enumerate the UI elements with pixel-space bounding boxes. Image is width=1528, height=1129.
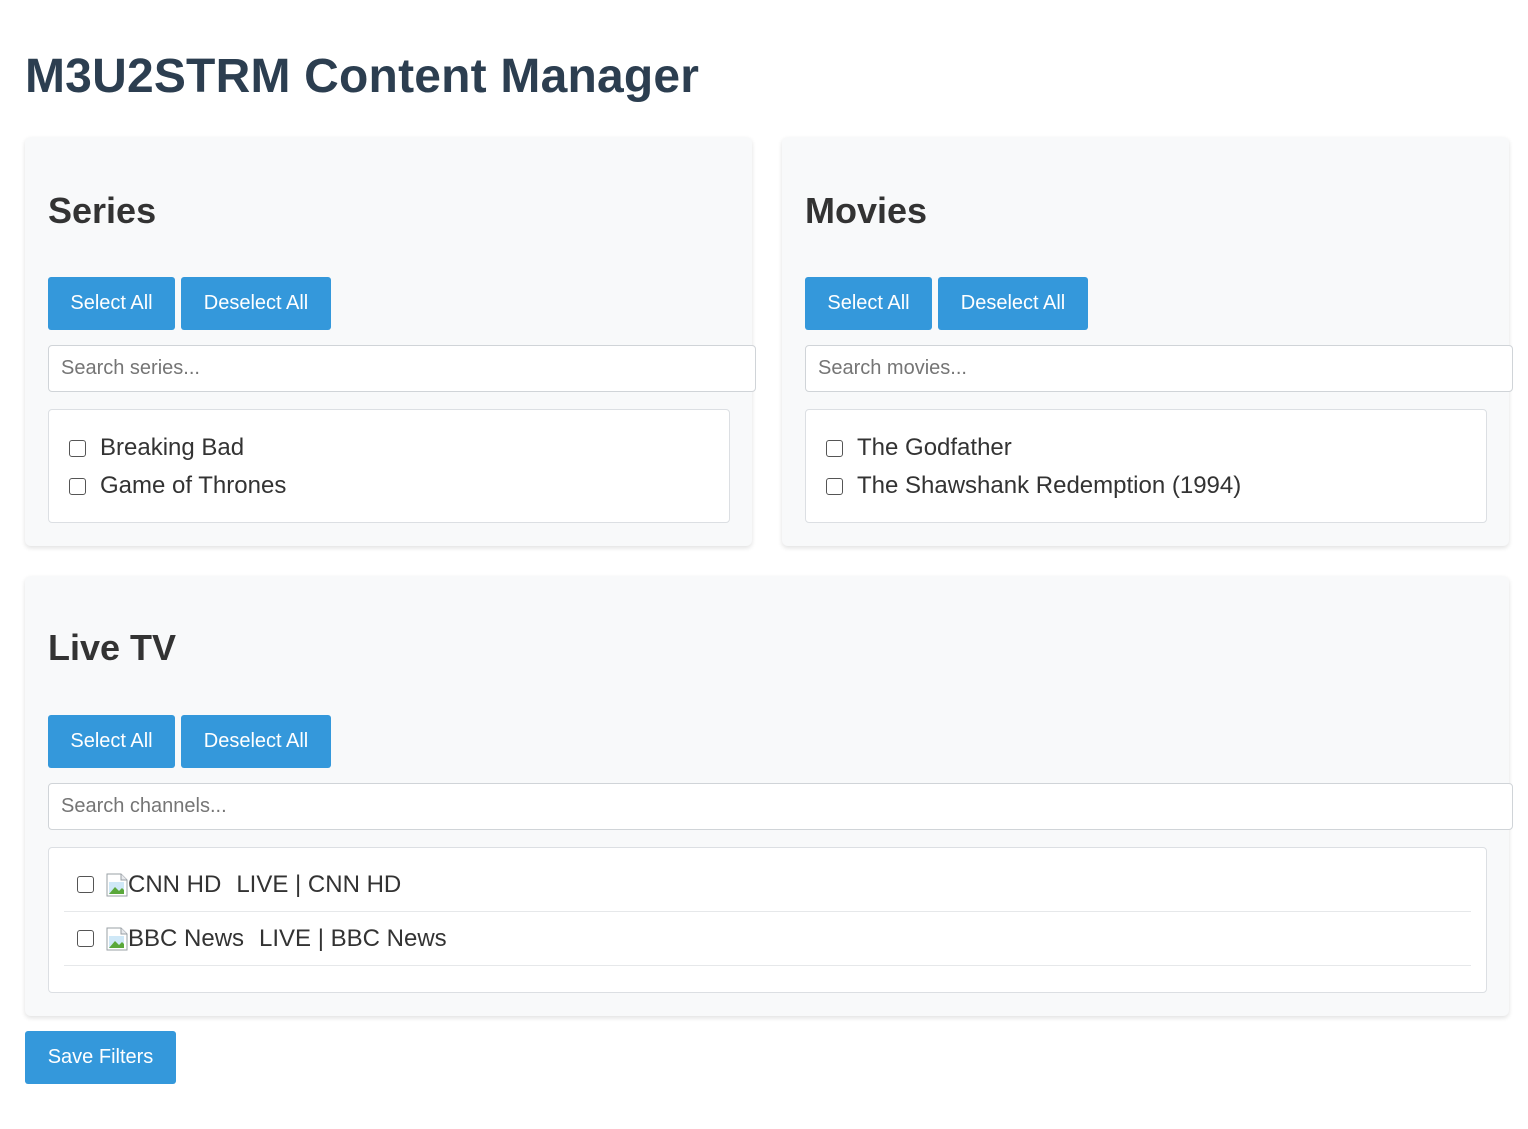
channel-label: LIVE | BBC News: [259, 924, 447, 952]
channel-row[interactable]: BBC News LIVE | BBC News: [64, 912, 1471, 966]
list-item[interactable]: The Shawshank Redemption (1994): [826, 471, 1241, 501]
series-title: Series: [48, 190, 157, 231]
broken-image-icon: [106, 873, 128, 897]
movies-search-input[interactable]: [805, 345, 1513, 392]
checkbox[interactable]: [69, 477, 86, 495]
live-tv-select-all-button[interactable]: Select All: [48, 715, 175, 768]
channel-logo: CNN HD: [106, 871, 236, 899]
movies-select-all-button[interactable]: Select All: [805, 277, 932, 330]
movies-list: The Godfather The Shawshank Redemption (…: [805, 409, 1487, 523]
channel-logo-alt: CNN HD: [128, 870, 222, 898]
channel-label: LIVE | CNN HD: [236, 870, 402, 898]
list-item[interactable]: Breaking Bad: [69, 433, 244, 463]
movie-item-label: The Shawshank Redemption (1994): [857, 472, 1242, 499]
live-tv-deselect-all-button[interactable]: Deselect All: [181, 715, 331, 768]
movie-item-label: The Godfather: [857, 434, 1012, 461]
movies-deselect-all-button[interactable]: Deselect All: [938, 277, 1088, 330]
series-list: Breaking Bad Game of Thrones: [48, 409, 730, 523]
channel-search-input[interactable]: [48, 783, 1513, 830]
checkbox[interactable]: [69, 439, 86, 457]
list-item[interactable]: The Godfather: [826, 433, 1012, 463]
live-tv-panel: Live TV Select All Deselect All CNN HD L…: [25, 576, 1513, 1016]
series-item-label: Game of Thrones: [100, 472, 287, 499]
checkbox[interactable]: [77, 876, 94, 893]
channel-logo: BBC News: [106, 925, 259, 953]
broken-image-icon: [106, 927, 128, 951]
channel-list: CNN HD LIVE | CNN HD BBC News LIVE | BBC…: [48, 847, 1487, 993]
series-item-label: Breaking Bad: [100, 434, 245, 461]
page-title: M3U2STRM Content Manager: [25, 50, 700, 103]
channel-row[interactable]: CNN HD LIVE | CNN HD: [64, 858, 1471, 912]
series-deselect-all-button[interactable]: Deselect All: [181, 277, 331, 330]
series-panel: Series Select All Deselect All Breaking …: [25, 137, 756, 546]
checkbox[interactable]: [826, 439, 843, 457]
save-filters-button[interactable]: Save Filters: [25, 1031, 176, 1084]
series-select-all-button[interactable]: Select All: [48, 277, 175, 330]
checkbox[interactable]: [826, 477, 843, 495]
movies-panel: Movies Select All Deselect All The Godfa…: [782, 137, 1513, 546]
movies-title: Movies: [805, 190, 928, 231]
channel-logo-alt: BBC News: [128, 924, 245, 952]
list-item[interactable]: Game of Thrones: [69, 471, 286, 501]
live-tv-title: Live TV: [48, 627, 177, 668]
series-search-input[interactable]: [48, 345, 756, 392]
checkbox[interactable]: [77, 930, 94, 947]
